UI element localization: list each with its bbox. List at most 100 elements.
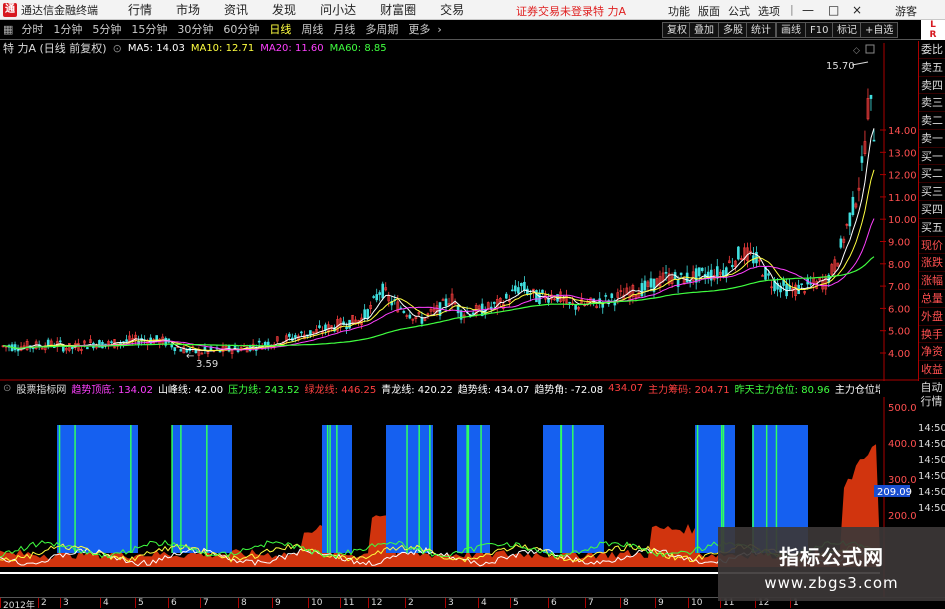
quote-item[interactable]: 涨跌 (919, 254, 945, 273)
f10-button[interactable]: F10 (805, 22, 834, 38)
time-axis-label: 5 (138, 598, 144, 608)
quote-item[interactable]: 净资 (919, 343, 945, 362)
time-axis-label: 12 (371, 598, 383, 608)
candle-body (318, 325, 321, 328)
period-tick[interactable]: 分时 (16, 22, 48, 38)
menu-function[interactable]: 功能 (668, 3, 690, 19)
period-1min[interactable]: 1分钟 (48, 22, 87, 38)
candle-body (505, 293, 508, 299)
quote-item[interactable]: 收益 (919, 361, 945, 379)
quote-item[interactable]: 委比 (919, 41, 945, 59)
candle-body (372, 296, 376, 298)
quote-item[interactable]: 买五 (919, 219, 945, 237)
maximize-icon[interactable]: □ (828, 3, 839, 17)
candle-body (523, 281, 526, 291)
period-monthly[interactable]: 月线 (328, 22, 360, 38)
settings-icon[interactable]: ⊙ (3, 383, 11, 394)
ma10-line (2, 169, 875, 352)
menu-formula[interactable]: 公式 (728, 3, 750, 19)
period-multi[interactable]: 多周期 (360, 22, 403, 38)
time-axis-label: 8 (623, 598, 629, 608)
quote-item[interactable]: 卖三 (919, 94, 945, 113)
indicator-value: 山峰线: 42.00 (157, 385, 224, 396)
candlestick-chart[interactable]: 14.00 13.00 12.00 11.00 10.00 9.00 8.00 7.00 6.0… (0, 43, 918, 381)
quote-item[interactable]: 现价 (919, 237, 945, 255)
period-15min[interactable]: 15分钟 (126, 22, 172, 38)
candle-body (16, 349, 20, 352)
candle-body (441, 299, 445, 301)
candle-body (489, 306, 493, 309)
period-60min[interactable]: 60分钟 (218, 22, 264, 38)
candle-body (640, 283, 644, 297)
price-axis: 14.00 13.00 12.00 11.00 10.00 9.00 8.00 7.00 6.0… (880, 126, 917, 360)
chevron-right-icon[interactable]: › (435, 22, 443, 38)
mark-button[interactable]: 标记 (832, 22, 862, 38)
stats-button[interactable]: 统计 (746, 22, 776, 38)
menu-exchange[interactable]: 市场 (176, 1, 200, 18)
time-axis-tick (0, 598, 1, 608)
guest-label[interactable]: 游客 (895, 3, 917, 19)
time-label-column: 14:50 14:50 14:50 14:50 14:50 14:50 (918, 423, 945, 519)
quote-item[interactable]: 换手 (919, 326, 945, 344)
time-axis-tick (478, 598, 479, 608)
period-weekly[interactable]: 周线 (296, 22, 328, 38)
quote-item[interactable]: 卖一 (919, 130, 945, 148)
period-5min[interactable]: 5分钟 (87, 22, 126, 38)
menu-options[interactable]: 选项 (758, 3, 780, 19)
menu-layout[interactable]: 版面 (698, 3, 720, 19)
menu-trade[interactable]: 交易 (440, 1, 464, 18)
period-daily[interactable]: 日线 (264, 22, 296, 38)
quote-item[interactable]: 卖五 (919, 59, 945, 77)
price-tick-label: 4.00 (888, 349, 910, 360)
close-icon[interactable]: × (852, 3, 862, 17)
menu-ask[interactable]: 问小达 (320, 1, 356, 18)
candle-body (517, 287, 520, 294)
current-value-label: 209.09 (877, 487, 912, 498)
indicator-value: 主力仓位增减: -3.97 (834, 385, 880, 396)
quote-tab[interactable]: 行情 (918, 395, 945, 409)
draw-button[interactable]: 画线 (776, 22, 806, 38)
quote-item[interactable]: 买一 (919, 148, 945, 166)
candle-body (737, 246, 740, 260)
menu-news[interactable]: 资讯 (224, 1, 248, 18)
quote-item[interactable]: 买二 (919, 165, 945, 184)
adjust-button[interactable]: 复权 (662, 22, 692, 38)
login-status[interactable]: 证券交易未登录 (516, 3, 593, 19)
quote-item[interactable]: 外盘 (919, 308, 945, 326)
candle-body (13, 344, 17, 351)
indicator-value: 趋势顶底: 134.02 (71, 385, 153, 396)
candle-body (526, 288, 529, 295)
quote-item[interactable]: 卖四 (919, 77, 945, 95)
quote-item[interactable]: 买四 (919, 201, 945, 219)
quote-item[interactable]: 买三 (919, 183, 945, 202)
menu-market[interactable]: 行情 (128, 1, 152, 18)
time-axis-label: 7 (203, 598, 209, 608)
time-axis-tick (168, 598, 169, 608)
grid-icon[interactable]: ▦ (0, 22, 16, 38)
indicator-name[interactable]: 股票指标网 (16, 381, 66, 396)
time-axis-tick (238, 598, 239, 608)
candle-body (610, 293, 614, 298)
candle-body (402, 310, 406, 313)
time-axis-label: 2012年 (3, 601, 35, 609)
time-axis-label: 4 (481, 598, 487, 608)
quote-item[interactable]: 卖二 (919, 112, 945, 130)
auto-tab[interactable]: 自动 (918, 381, 945, 395)
period-30min[interactable]: 30分钟 (172, 22, 218, 38)
minimize-icon[interactable]: — (802, 3, 814, 17)
time-axis-tick (340, 598, 341, 608)
period-more[interactable]: 更多 (403, 22, 435, 38)
candle-body (492, 301, 496, 304)
time-axis-tick (38, 598, 39, 608)
quote-item[interactable]: 总量 (919, 290, 945, 308)
low-arrow-icon: ← (186, 351, 194, 362)
multi-stock-button[interactable]: 多股 (718, 22, 748, 38)
price-tick-label: 13.00 (888, 148, 917, 159)
menu-wealth[interactable]: 财富圈 (380, 1, 416, 18)
time-axis-label: 5 (513, 598, 519, 608)
overlay-button[interactable]: 叠加 (689, 22, 719, 38)
quote-item[interactable]: 涨幅 (919, 272, 945, 290)
expand-icon[interactable] (865, 44, 875, 54)
add-watchlist-button[interactable]: +自选 (860, 22, 899, 38)
menu-discover[interactable]: 发现 (272, 1, 296, 18)
